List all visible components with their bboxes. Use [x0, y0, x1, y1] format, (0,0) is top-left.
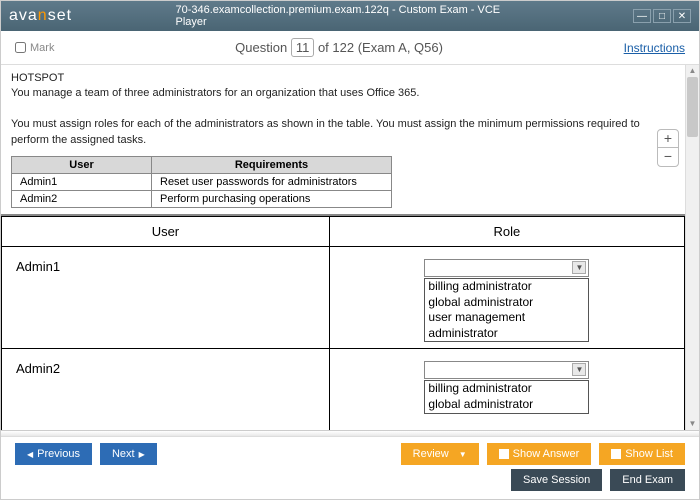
role1-opt[interactable]: global administrator [425, 295, 588, 311]
review-button[interactable]: Review [401, 443, 479, 465]
req-header-req: Requirements [152, 156, 392, 173]
instructions-link[interactable]: Instructions [624, 41, 685, 55]
maximize-button[interactable]: □ [653, 9, 671, 23]
mark-label: Mark [30, 42, 54, 54]
zoom-in-button[interactable]: + [658, 130, 678, 148]
question-line1: You manage a team of three administrator… [11, 86, 675, 101]
question-line2: You must assign roles for each of the ad… [11, 117, 675, 148]
question-header: Mark Question 11 of 122 (Exam A, Q56) In… [1, 31, 699, 65]
requirements-table: User Requirements Admin1 Reset user pass… [11, 156, 392, 208]
scroll-down-icon[interactable]: ▼ [686, 418, 699, 430]
window-controls: — □ ✕ [633, 9, 691, 23]
mark-checkbox-wrap[interactable]: Mark [15, 42, 54, 54]
role1-dropdown[interactable] [424, 259, 589, 277]
role2-opt[interactable]: billing administrator [425, 381, 588, 397]
question-title: HOTSPOT [11, 71, 675, 86]
hs-role1-cell: billing administrator global administrat… [329, 246, 684, 348]
question-counter: Question 11 of 122 (Exam A, Q56) [54, 38, 623, 57]
zoom-controls: + − [657, 129, 679, 167]
role1-options: billing administrator global administrat… [424, 278, 589, 342]
logo: avanset [9, 7, 72, 25]
hs-user2: Admin2 [2, 349, 330, 430]
zoom-out-button[interactable]: − [658, 148, 678, 166]
hotspot-table: User Role Admin1 billing administrator g… [1, 216, 685, 430]
hs-header-role: Role [329, 216, 684, 246]
vertical-scroll-thumb[interactable] [687, 77, 698, 137]
checkbox-icon [611, 449, 621, 459]
role2-opt[interactable]: global administrator [425, 397, 588, 413]
vertical-scrollbar[interactable]: ▲ ▼ [685, 65, 699, 430]
save-session-button[interactable]: Save Session [511, 469, 602, 491]
scroll-up-icon[interactable]: ▲ [686, 65, 699, 77]
role1-opt[interactable]: user management administrator [425, 310, 588, 341]
hs-user1: Admin1 [2, 246, 330, 348]
req-row: Admin1 Reset user passwords for administ… [12, 173, 392, 190]
next-button[interactable]: Next [100, 443, 157, 465]
req-header-user: User [12, 156, 152, 173]
previous-button[interactable]: Previous [15, 443, 92, 465]
minimize-button[interactable]: — [633, 9, 651, 23]
mark-checkbox[interactable] [15, 42, 26, 53]
role2-options: billing administrator global administrat… [424, 380, 589, 413]
close-button[interactable]: ✕ [673, 9, 691, 23]
question-text: HOTSPOT You manage a team of three admin… [1, 65, 685, 152]
show-answer-button[interactable]: Show Answer [487, 443, 592, 465]
content-area: HOTSPOT You manage a team of three admin… [1, 65, 699, 430]
question-number: 11 [291, 38, 315, 57]
hs-row-admin2: Admin2 billing administrator global admi… [2, 349, 685, 430]
main-pane: HOTSPOT You manage a team of three admin… [1, 65, 685, 430]
role2-dropdown[interactable] [424, 361, 589, 379]
role1-opt[interactable]: billing administrator [425, 279, 588, 295]
end-exam-button[interactable]: End Exam [610, 469, 685, 491]
hs-role2-cell: billing administrator global administrat… [329, 349, 684, 430]
checkbox-icon [499, 449, 509, 459]
titlebar: avanset 70-346.examcollection.premium.ex… [1, 1, 699, 31]
footer: Previous Next Review Show Answer Show Li… [1, 436, 699, 499]
hs-row-admin1: Admin1 billing administrator global admi… [2, 246, 685, 348]
show-list-button[interactable]: Show List [599, 443, 685, 465]
hs-header-user: User [2, 216, 330, 246]
hotspot-area: User Role Admin1 billing administrator g… [1, 214, 685, 430]
window-title: 70-346.examcollection.premium.exam.122q … [176, 4, 525, 28]
req-row: Admin2 Perform purchasing operations [12, 190, 392, 207]
